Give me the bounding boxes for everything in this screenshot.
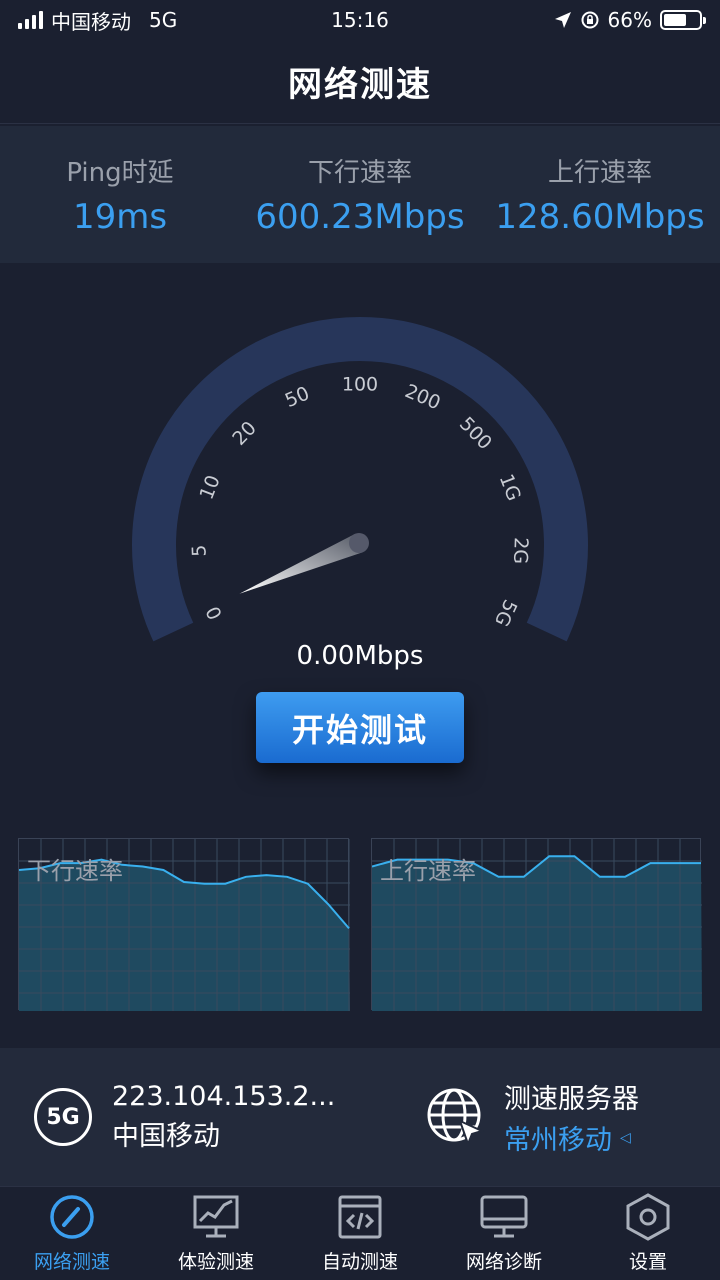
- tab-experience-test[interactable]: 体验测速: [144, 1187, 288, 1280]
- battery-icon: [660, 10, 706, 30]
- gauge-scale-label: 0: [202, 603, 227, 623]
- triangle-left-icon: ◁: [620, 1129, 631, 1146]
- gauge-scale-label: 200: [402, 380, 444, 414]
- tab-label: 网络测速: [33, 1251, 110, 1273]
- location-arrow-icon: [554, 12, 571, 28]
- download-label: 下行速率: [307, 158, 412, 188]
- ping-stat: Ping时延 19ms: [0, 126, 240, 263]
- tab-auto-test[interactable]: 自动测速: [288, 1187, 432, 1280]
- download-graph: 下行速率: [18, 838, 350, 1011]
- gauge-scale-label: 5G: [490, 596, 521, 630]
- start-test-button[interactable]: 开始测试: [256, 692, 464, 763]
- ping-value: 19ms: [72, 197, 168, 237]
- gauge-scale-label: 50: [282, 382, 313, 412]
- gauge-scale-label: 2G: [509, 537, 532, 565]
- gauge-scale-label: 10: [196, 472, 225, 502]
- page-title: 网络测速: [288, 65, 432, 105]
- stats-panel: Ping时延 19ms 下行速率 600.23Mbps 上行速率 128.60M…: [0, 126, 720, 263]
- network-type: 5G: [149, 8, 178, 32]
- gear-hexagon-icon: [626, 1193, 670, 1241]
- 5g-badge-icon: 5G: [34, 1088, 92, 1146]
- speedometer-icon: [50, 1195, 94, 1239]
- signal-strength-icon: [18, 11, 43, 29]
- rotation-lock-icon: [581, 11, 599, 29]
- connection-carrier: 中国移动: [112, 1121, 220, 1152]
- download-value: 600.23Mbps: [255, 197, 465, 237]
- upload-value: 128.60Mbps: [495, 197, 705, 237]
- tab-label: 设置: [628, 1251, 667, 1273]
- speed-gauge: 0 5 10 20 50 100 200 500 1G 2G 5G 0.00Mbps: [0, 263, 720, 693]
- gauge-dial: 0 5 1020 50 100 200 500 1G 2G 5G: [132, 317, 588, 642]
- monitor-icon: [480, 1195, 528, 1238]
- gauge-scale-label: 100: [342, 374, 378, 396]
- ping-label: Ping时延: [66, 158, 174, 188]
- tab-settings[interactable]: 设置: [576, 1187, 720, 1280]
- upload-graph: 上行速率: [371, 838, 702, 1011]
- network-info-panel: 5G 223.104.153.2... 中国移动 测速服务器 常州移动 ◁: [0, 1048, 720, 1186]
- connection-info: 5G 223.104.153.2... 中国移动: [34, 1048, 335, 1186]
- server-name-label: 常州移动: [504, 1125, 612, 1156]
- upload-stat: 上行速率 128.60Mbps: [480, 126, 720, 263]
- carrier-name: 中国移动: [51, 9, 131, 34]
- speed-readout: 0.00Mbps: [296, 641, 424, 671]
- battery-percent: 66%: [607, 8, 652, 32]
- tab-bar: 网络测速 体验测速 自动测速 网络诊断 设置: [0, 1186, 720, 1280]
- download-stat: 下行速率 600.23Mbps: [240, 126, 480, 263]
- gauge-scale-label: 500: [455, 413, 496, 454]
- tab-network-diagnosis[interactable]: 网络诊断: [432, 1187, 576, 1280]
- gauge-needle-body: [239, 533, 363, 594]
- server-name[interactable]: 常州移动 ◁: [504, 1118, 639, 1157]
- tab-label: 体验测速: [177, 1251, 254, 1273]
- gauge-scale-label: 5: [188, 544, 210, 557]
- gauge-needle-hub: [349, 533, 369, 553]
- tab-label: 自动测速: [321, 1251, 398, 1273]
- status-bar: 中国移动 5G 15:16 66%: [0, 0, 720, 40]
- code-window-icon: [338, 1195, 382, 1239]
- app-header: 网络测速: [0, 40, 720, 124]
- upload-graph-label: 上行速率: [380, 857, 476, 885]
- tab-speed-test[interactable]: 网络测速: [0, 1187, 144, 1280]
- gauge-scale-label: 20: [228, 417, 261, 450]
- gauge-needle: [239, 533, 369, 594]
- gauge-scale-label: 1G: [495, 471, 525, 504]
- tab-label: 网络诊断: [465, 1251, 542, 1273]
- chart-monitor-icon: [193, 1195, 239, 1238]
- server-selector[interactable]: 测速服务器 常州移动 ◁: [426, 1048, 639, 1186]
- download-graph-label: 下行速率: [27, 857, 123, 885]
- server-title: 测速服务器: [504, 1084, 639, 1115]
- ip-address: 223.104.153.2...: [112, 1081, 336, 1112]
- globe-cursor-icon: [427, 1088, 485, 1147]
- upload-label: 上行速率: [547, 158, 652, 188]
